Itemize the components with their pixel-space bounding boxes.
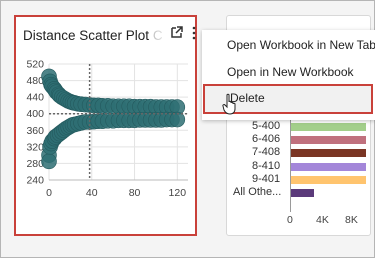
bar-label: 5-400 xyxy=(252,120,281,132)
y-tick-label: 400 xyxy=(26,108,44,120)
y-tick-label: 320 xyxy=(26,141,44,153)
scatter-plot-card[interactable]: Distance Scatter Plot C 5204804404003603… xyxy=(14,15,197,236)
scatter-point xyxy=(41,153,57,170)
bar-label: All Othe... xyxy=(233,186,282,198)
bar-label: 7-408 xyxy=(252,146,281,159)
x-tick-label: 40 xyxy=(86,187,98,199)
axis-tick-0: 0 xyxy=(287,214,293,226)
bar-label: 8-410 xyxy=(252,159,281,172)
y-tick-label: 440 xyxy=(26,92,44,104)
x-tick-label: 0 xyxy=(46,187,52,199)
x-tick-label: 120 xyxy=(169,187,187,199)
bar xyxy=(290,149,366,158)
screen: Distance Scatter Plot C 5204804404003603… xyxy=(0,0,375,258)
bar-label: 6-406 xyxy=(252,133,281,146)
bar xyxy=(290,175,366,184)
menu-item-open-workbook-new-tab[interactable]: Open Workbook in New Tab xyxy=(202,32,375,58)
bar xyxy=(290,162,366,171)
y-tick-label: 240 xyxy=(26,175,44,187)
bar-chart-axis xyxy=(290,120,291,212)
hand-cursor-icon xyxy=(222,93,236,115)
bar xyxy=(290,123,366,131)
bar-label: 9-401 xyxy=(252,172,281,185)
scatter-plot: 5204804404003603202802400 40 80 120 xyxy=(26,59,188,199)
y-tick-label: 360 xyxy=(26,125,44,137)
y-tick-label: 520 xyxy=(26,59,44,71)
axis-tick-8k: 8K xyxy=(345,214,358,226)
bar xyxy=(290,136,366,145)
menu-item-open-in-new-workbook[interactable]: Open in New Workbook xyxy=(202,59,375,85)
axis-tick-4k: 4K xyxy=(316,214,329,226)
x-tick-label: 80 xyxy=(129,187,141,199)
bar xyxy=(290,189,314,197)
